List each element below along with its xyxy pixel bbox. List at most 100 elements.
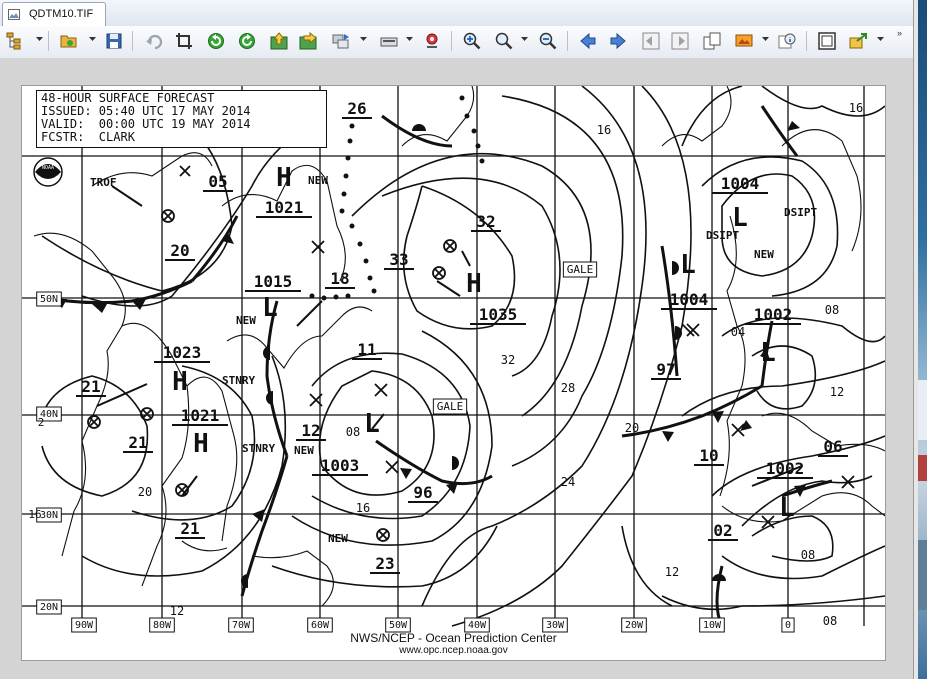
isobar-label: 08 [801, 548, 815, 562]
lon-label: 80W [153, 620, 172, 631]
info-icon [778, 33, 796, 49]
central-pressure-label: 1002 [754, 305, 793, 324]
red-eye-button[interactable] [421, 30, 443, 52]
chevron-down-icon[interactable] [877, 36, 884, 42]
isobar-label: 06 [823, 437, 842, 456]
arrow-left-icon [580, 32, 596, 50]
lon-label: 70W [232, 620, 251, 631]
save-button[interactable] [103, 30, 125, 52]
central-pressure-label: 1035 [479, 305, 518, 324]
toolbar-overflow-chevron[interactable]: » [897, 28, 902, 38]
chevron-down-icon[interactable] [36, 36, 43, 42]
isobar-label: 05 [208, 172, 227, 191]
fit-window-button[interactable] [816, 30, 838, 52]
credit-url: www.opc.ncep.noaa.gov [399, 645, 508, 656]
system-note: STNRY [222, 374, 255, 387]
crop-button[interactable] [173, 30, 195, 52]
chevron-down-icon[interactable] [762, 36, 769, 42]
isobar-label: 26 [347, 99, 366, 118]
info-button[interactable] [776, 30, 798, 52]
open-folder-button[interactable] [58, 30, 80, 52]
lat-label: 30N [40, 510, 58, 521]
new-label: NEW [294, 444, 314, 457]
central-pressure-label: 1021 [181, 406, 220, 425]
rotate-right-button[interactable] [236, 30, 258, 52]
svg-text:NOAA: NOAA [42, 165, 54, 171]
first-page-icon [642, 32, 660, 50]
tab-qdtm10[interactable]: QDTM10.TIF [2, 2, 106, 26]
isobar-label: 32 [476, 212, 495, 231]
lon-label: 60W [311, 620, 330, 631]
new-label: NEW [754, 248, 774, 261]
first-page-button[interactable] [640, 30, 662, 52]
central-pressure-label: 1002 [766, 459, 805, 478]
batch-icon [332, 34, 349, 49]
tree-icon [6, 32, 21, 50]
central-pressure-label: 1004 [721, 174, 760, 193]
pressure-system-l: L [779, 493, 795, 523]
pressure-system-l: L [364, 409, 380, 439]
lon-label: 30W [546, 620, 565, 631]
isobar-label: 96 [413, 483, 432, 502]
last-page-button[interactable] [669, 30, 691, 52]
isobar-label: 12 [830, 385, 844, 399]
lat-lon-grid [22, 86, 885, 626]
isobar-label: 08 [346, 425, 360, 439]
copy-button[interactable] [701, 30, 723, 52]
scanner-icon [380, 37, 398, 47]
zoom-button[interactable] [493, 30, 515, 52]
chevron-down-icon[interactable] [360, 36, 367, 42]
isobar-label: 16 [28, 508, 41, 521]
lon-label: 50W [389, 620, 408, 631]
lat-label: 20N [40, 602, 58, 613]
red-eye-icon [426, 33, 438, 48]
tab-title: QDTM10.TIF [29, 8, 94, 20]
chevron-down-icon[interactable] [89, 36, 96, 42]
chevron-down-icon[interactable] [406, 36, 413, 42]
pressure-system-h: H [193, 429, 209, 459]
browse-tree-button[interactable] [4, 30, 26, 52]
credit-center: NWS/NCEP - Ocean Prediction Center [350, 631, 557, 645]
isobar-label: 12 [665, 565, 679, 579]
toolbar-separator [806, 31, 807, 51]
isobar-label: 20 [625, 421, 639, 435]
flip-horizontal-button[interactable] [297, 30, 319, 52]
system-note: DSIPT [784, 206, 817, 219]
batch-convert-button[interactable] [330, 30, 352, 52]
undo-button[interactable] [143, 30, 165, 52]
toolbar-separator [48, 31, 49, 51]
next-button[interactable] [607, 30, 629, 52]
slideshow-button[interactable] [733, 30, 755, 52]
isobar-label: 10 [699, 446, 718, 465]
scanner-button[interactable] [378, 30, 400, 52]
zoom-out-button[interactable] [537, 30, 559, 52]
system-note: DSIPT [706, 229, 739, 242]
isobar-label: 20 [170, 241, 189, 260]
gale-warning: GALE [567, 263, 594, 276]
toolbar-separator [567, 31, 568, 51]
isobar-label: 28 [561, 381, 575, 395]
folder-open-icon [60, 35, 77, 48]
rotate-left-button[interactable] [205, 30, 227, 52]
gale-warning: GALE [437, 400, 464, 413]
flip-vertical-button[interactable] [268, 30, 290, 52]
forecast-header-box: 48-HOUR SURFACE FORECAST ISSUED: 05:40 U… [36, 90, 327, 148]
previous-button[interactable] [577, 30, 599, 52]
toolbar-separator [132, 31, 133, 51]
system-note: NEW [236, 314, 256, 327]
fit-window-icon [818, 32, 836, 50]
trough-label: TROF [90, 176, 117, 189]
lon-label: 90W [75, 620, 94, 631]
zoom-in-button[interactable] [461, 30, 483, 52]
export-button[interactable] [847, 30, 869, 52]
copy-icon [703, 32, 721, 50]
chevron-down-icon[interactable] [521, 36, 528, 42]
undo-icon [146, 34, 163, 50]
isobar-label: 16 [597, 123, 611, 137]
isobar-label: 18 [330, 269, 349, 288]
lon-label: 10W [703, 620, 722, 631]
isobar-label: 21 [180, 519, 199, 538]
isobar-label: 23 [375, 554, 394, 573]
slideshow-icon [735, 34, 753, 47]
export-icon [849, 33, 867, 49]
